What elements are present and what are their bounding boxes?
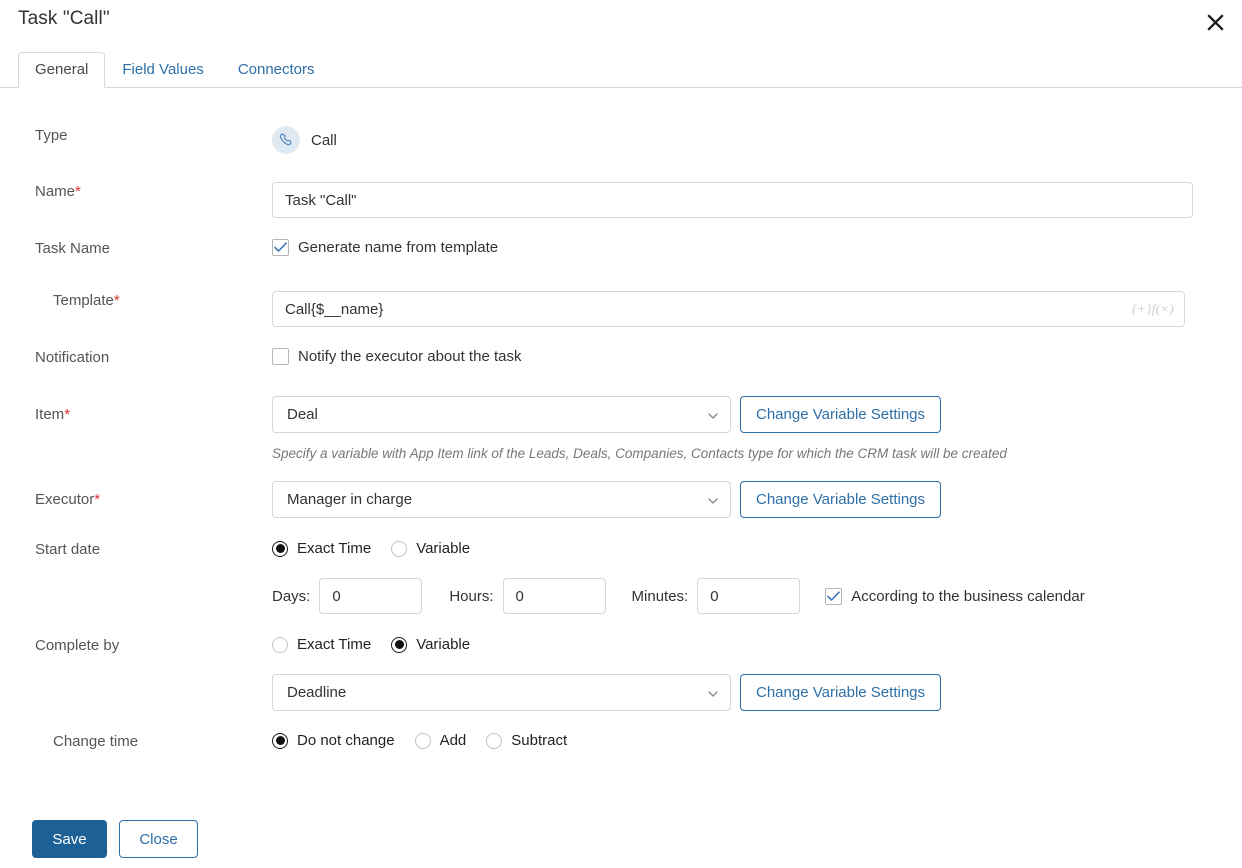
close-button[interactable]: Close	[119, 820, 198, 858]
change-time-do-not-change-label: Do not change	[297, 732, 395, 749]
complete-by-change-variable-settings-button[interactable]: Change Variable Settings	[740, 674, 941, 711]
item-label: Item*	[0, 396, 272, 425]
template-label-text: Template	[53, 292, 114, 309]
row-item: Item* Deal Change Variable Settings Spec…	[0, 396, 1242, 461]
row-template: Template* Call{$__name} {+}f(×)	[0, 291, 1242, 327]
complete-by-radio-group: Exact Time Variable	[272, 636, 1242, 653]
task-name-label: Task Name	[35, 240, 111, 257]
generate-name-checkbox-label[interactable]: Generate name from template	[298, 239, 498, 256]
complete-by-exact-time-radio[interactable]: Exact Time	[272, 636, 371, 653]
start-date-variable-radio[interactable]: Variable	[391, 540, 470, 557]
radio-marker	[414, 732, 431, 749]
executor-change-variable-settings-button[interactable]: Change Variable Settings	[740, 481, 941, 518]
tab-connectors[interactable]: Connectors	[221, 52, 332, 88]
start-date-radio-group: Exact Time Variable	[272, 540, 1242, 557]
complete-by-variable-label: Variable	[416, 636, 471, 653]
row-complete-by: Complete by Exact Time Variable Deadline	[0, 636, 1242, 711]
radio-marker	[272, 540, 288, 557]
executor-select-value: Manager in charge	[287, 491, 413, 508]
tab-connectors-label: Connectors	[237, 61, 315, 78]
row-executor: Executor* Manager in charge Change Varia…	[0, 481, 1242, 518]
start-date-offset-group: Days: 0 Hours: 0 Minutes: 0 According to…	[272, 578, 1242, 614]
complete-by-label: Complete by	[35, 637, 120, 654]
hours-input[interactable]: 0	[502, 578, 606, 614]
days-input[interactable]: 0	[319, 578, 423, 614]
tab-field-values-label: Field Values	[122, 61, 204, 78]
phone-call-icon	[272, 126, 300, 154]
executor-select[interactable]: Manager in charge	[272, 481, 731, 518]
type-value: Call	[311, 131, 337, 149]
complete-by-select[interactable]: Deadline	[272, 674, 731, 711]
save-button[interactable]: Save	[32, 820, 107, 858]
item-required-mark: *	[64, 406, 71, 423]
name-input[interactable]: Task "Call"	[272, 182, 1193, 218]
radio-marker	[272, 732, 288, 749]
hours-label: Hours:	[449, 587, 494, 605]
change-time-subtract-radio[interactable]: Subtract	[486, 732, 567, 749]
notify-executor-checkbox[interactable]	[272, 348, 289, 365]
complete-by-select-value: Deadline	[287, 684, 347, 701]
generate-name-checkbox[interactable]	[272, 239, 289, 256]
minutes-label: Minutes:	[631, 587, 689, 605]
name-label: Name*	[0, 182, 272, 202]
row-change-time: Change time Do not change Add Subtract	[0, 732, 1242, 762]
name-label-text: Name	[35, 183, 76, 200]
change-time-add-label: Add	[439, 732, 467, 749]
tab-field-values[interactable]: Field Values	[105, 52, 220, 88]
row-name: Name* Task "Call"	[0, 182, 1242, 218]
complete-by-exact-time-label: Exact Time	[297, 636, 372, 653]
row-start-date: Start date Exact Time Variable Days: 0 H…	[0, 540, 1242, 614]
radio-marker	[391, 636, 408, 653]
change-time-radio-group: Do not change Add Subtract	[272, 732, 587, 749]
change-time-add-radio[interactable]: Add	[414, 732, 467, 749]
template-required-mark: *	[113, 292, 120, 309]
row-notification: Notification Notify the executor about t…	[0, 348, 1242, 378]
dialog-footer: Save Close	[32, 820, 198, 858]
item-label-text: Item	[35, 406, 65, 423]
item-select-value: Deal	[287, 406, 318, 423]
radio-marker	[391, 540, 408, 557]
page-title: Task "Call"	[18, 8, 110, 29]
chevron-down-icon	[707, 494, 719, 506]
formula-insert-icon[interactable]: {+}f(×)	[1132, 301, 1174, 317]
start-date-label: Start date	[35, 541, 101, 558]
executor-required-mark: *	[94, 491, 101, 508]
days-label: Days:	[272, 587, 311, 605]
business-calendar-checkbox[interactable]	[825, 587, 843, 605]
radio-marker	[486, 732, 503, 749]
start-date-exact-time-label: Exact Time	[297, 540, 372, 557]
tab-general[interactable]: General	[18, 52, 106, 88]
business-calendar-checkbox-label[interactable]: According to the business calendar	[851, 588, 1084, 605]
radio-marker	[272, 636, 288, 653]
general-form: Type Call Name* Task "Call" Task Name Ge…	[0, 88, 1242, 762]
chevron-down-icon	[707, 409, 719, 421]
chevron-down-icon	[707, 687, 719, 699]
type-value-group: Call	[272, 126, 1242, 154]
notify-executor-checkbox-label[interactable]: Notify the executor about the task	[298, 348, 521, 365]
start-date-variable-label: Variable	[416, 540, 471, 557]
change-time-do-not-change-radio[interactable]: Do not change	[272, 732, 395, 749]
type-label: Type	[35, 127, 68, 144]
notification-label: Notification	[35, 349, 110, 366]
change-time-label: Change time	[53, 733, 139, 750]
template-input-value: Call{$__name}	[285, 300, 384, 318]
item-change-variable-settings-button[interactable]: Change Variable Settings	[740, 396, 941, 433]
item-select[interactable]: Deal	[272, 396, 731, 433]
dialog-header: Task "Call"	[0, 0, 1242, 46]
tab-bar: General Field Values Connectors	[0, 46, 1242, 88]
name-required-mark: *	[75, 183, 81, 200]
complete-by-variable-radio[interactable]: Variable	[391, 636, 470, 653]
minutes-input[interactable]: 0	[697, 578, 801, 614]
row-type: Type Call	[0, 126, 1242, 156]
start-date-exact-time-radio[interactable]: Exact Time	[272, 540, 371, 557]
close-icon[interactable]	[1198, 5, 1232, 39]
tab-general-label: General	[35, 61, 89, 78]
executor-label-text: Executor	[35, 491, 95, 508]
row-task-name: Task Name Generate name from template	[0, 239, 1242, 269]
change-time-subtract-label: Subtract	[511, 732, 568, 749]
template-label: Template*	[0, 291, 272, 311]
template-input[interactable]: Call{$__name} {+}f(×)	[272, 291, 1185, 327]
executor-label: Executor*	[0, 481, 272, 510]
item-hint: Specify a variable with App Item link of…	[272, 446, 1007, 461]
